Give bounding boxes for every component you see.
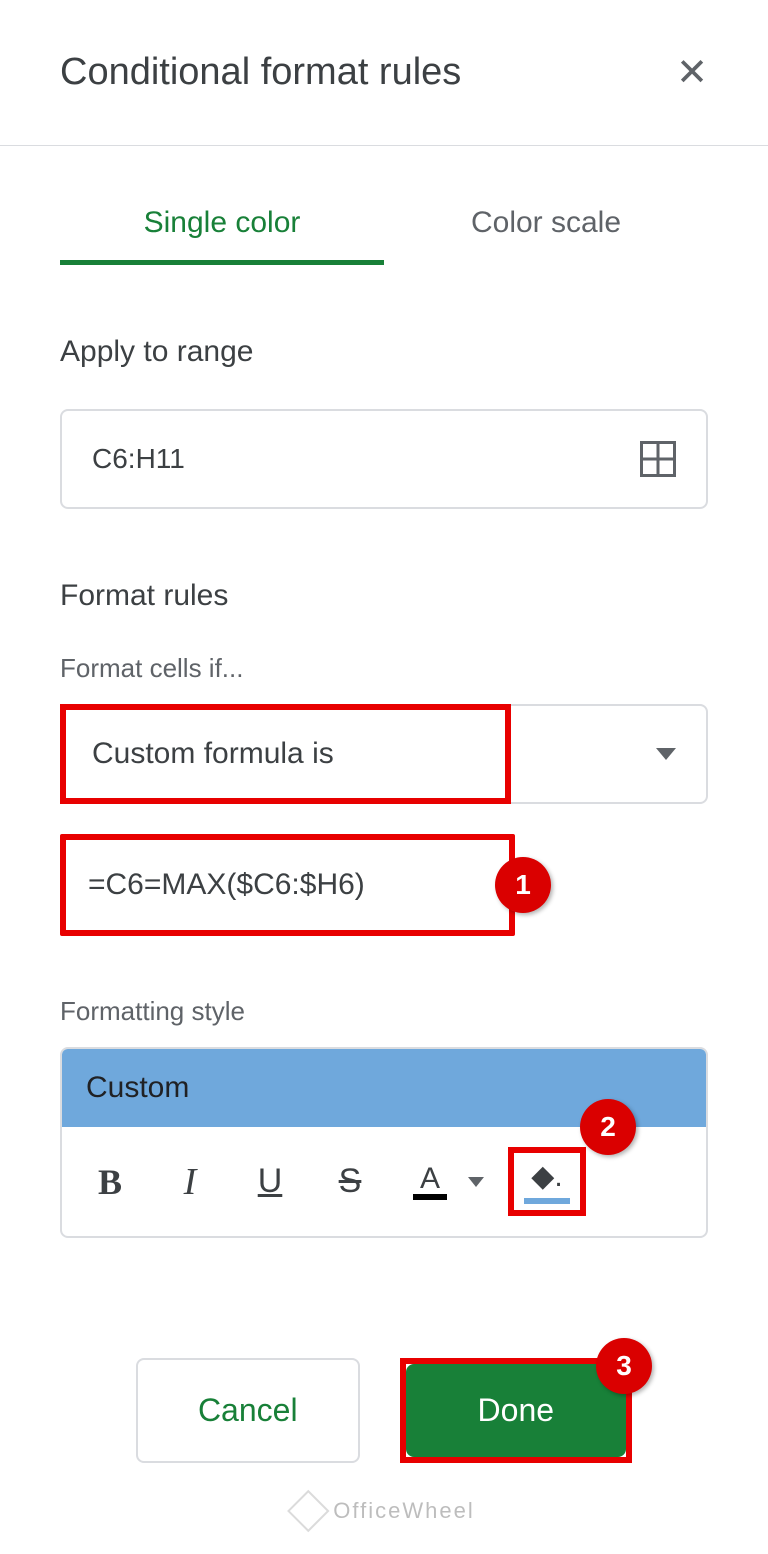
panel-title: Conditional format rules (60, 51, 461, 94)
range-value: C6:H11 (92, 443, 185, 475)
tab-single-color[interactable]: Single color (60, 186, 384, 265)
watermark-logo-icon (287, 1490, 329, 1532)
conditional-format-panel: Conditional format rules ✕ Single color … (0, 0, 768, 1503)
strikethrough-button[interactable]: S (322, 1154, 378, 1210)
annotation-badge-3: 3 (596, 1338, 652, 1394)
tabs: Single color Color scale (0, 146, 768, 265)
text-color-button[interactable]: A (402, 1154, 458, 1210)
apply-range-section: Apply to range C6:H11 (0, 265, 768, 509)
watermark: OfficeWheel (293, 1496, 474, 1526)
close-icon[interactable]: ✕ (676, 50, 708, 95)
fill-color-button[interactable]: ◆. (508, 1147, 586, 1216)
italic-button[interactable]: I (162, 1154, 218, 1210)
annotation-badge-2: 2 (580, 1099, 636, 1155)
cancel-button[interactable]: Cancel (136, 1358, 360, 1463)
chevron-down-icon (656, 748, 676, 760)
condition-value: Custom formula is (62, 737, 334, 771)
formatting-style-label: Formatting style (60, 996, 708, 1027)
condition-dropdown[interactable]: Custom formula is (60, 704, 708, 804)
format-rules-label: Format rules (60, 579, 708, 613)
formula-row: =C6=MAX($C6:$H6) 1 (60, 834, 708, 936)
panel-header: Conditional format rules ✕ (0, 0, 768, 146)
formatting-style-section: Formatting style Custom B I U S A ◆. 2 (0, 936, 768, 1238)
format-rules-section: Format rules Format cells if... Custom f… (0, 509, 768, 936)
paint-bucket-icon: ◆. (531, 1159, 562, 1194)
select-range-icon[interactable] (640, 441, 676, 477)
tab-color-scale[interactable]: Color scale (384, 186, 708, 265)
apply-range-label: Apply to range (60, 335, 708, 369)
underline-button[interactable]: U (242, 1154, 298, 1210)
watermark-text: OfficeWheel (333, 1498, 474, 1524)
format-toolbar: B I U S A ◆. 2 (62, 1127, 706, 1236)
annotation-box-done: Done 3 (400, 1358, 633, 1463)
format-cells-if-label: Format cells if... (60, 653, 708, 684)
fill-color-swatch (524, 1198, 570, 1204)
bold-button[interactable]: B (82, 1154, 138, 1210)
style-box: Custom B I U S A ◆. 2 (60, 1047, 708, 1238)
action-buttons: Cancel Done 3 (0, 1238, 768, 1463)
annotation-badge-1: 1 (495, 857, 551, 913)
chevron-down-icon[interactable] (468, 1177, 484, 1187)
done-button[interactable]: Done (406, 1364, 627, 1457)
range-input-box[interactable]: C6:H11 (60, 409, 708, 509)
formula-input[interactable]: =C6=MAX($C6:$H6) (60, 834, 515, 936)
